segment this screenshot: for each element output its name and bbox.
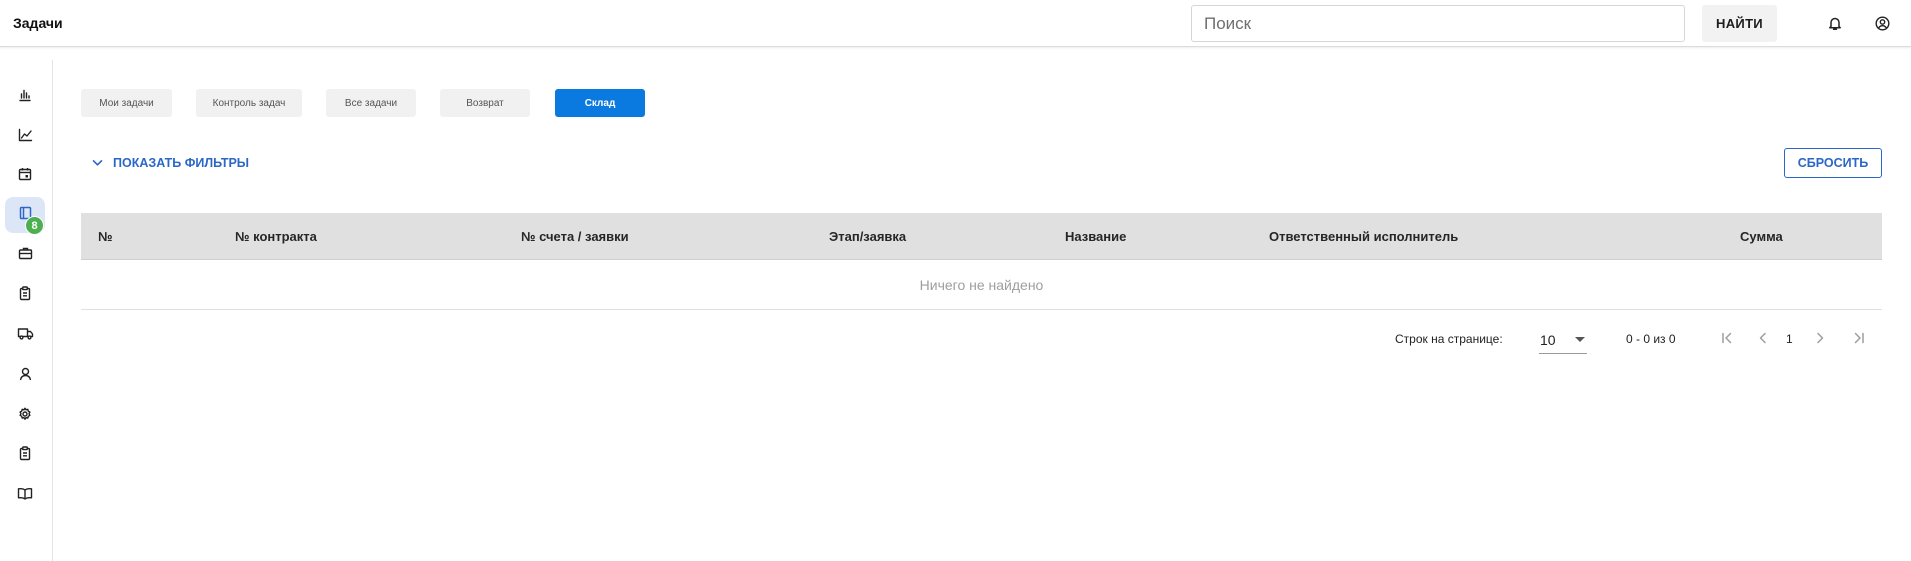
bell-icon[interactable] <box>1826 14 1844 32</box>
tab-all-tasks[interactable]: Все задачи <box>326 89 416 117</box>
clipboard-icon <box>19 446 31 466</box>
tab-my-tasks[interactable]: Мои задачи <box>81 89 172 117</box>
bar-chart-icon <box>18 88 32 107</box>
column-header-contract[interactable]: № контракта <box>235 229 317 244</box>
user-icon <box>19 367 32 386</box>
page-range: 0 - 0 из 0 <box>1626 332 1676 346</box>
current-page: 1 <box>1786 332 1793 346</box>
column-header-sum[interactable]: Сумма <box>1740 229 1783 244</box>
reset-button[interactable]: СБРОСИТЬ <box>1784 148 1882 178</box>
rows-per-page-select[interactable]: 10 <box>1539 326 1587 354</box>
gear-icon <box>18 407 32 426</box>
empty-table-row: Ничего не найдено <box>81 261 1882 310</box>
sidebar-item-knowledge-base[interactable] <box>5 478 45 514</box>
rows-per-page-value: 10 <box>1540 331 1556 348</box>
sidebar-item-reports[interactable] <box>5 119 45 155</box>
sidebar-item-delivery[interactable] <box>5 318 45 354</box>
next-page-button[interactable] <box>1810 328 1830 348</box>
prev-page-button[interactable] <box>1753 328 1773 348</box>
sidebar-item-calendar[interactable] <box>5 158 45 194</box>
show-filters-label: ПОКАЗАТЬ ФИЛЬТРЫ <box>113 156 250 170</box>
open-book-icon <box>17 487 33 505</box>
clipboard-icon <box>19 286 31 306</box>
table-header: № № контракта № счета / заявки Этап/заяв… <box>81 213 1882 260</box>
truck-icon <box>17 327 34 345</box>
tab-task-control[interactable]: Контроль задач <box>196 89 302 117</box>
column-header-name[interactable]: Название <box>1065 229 1126 244</box>
sidebar: 8 <box>0 60 53 561</box>
search-input[interactable] <box>1191 5 1685 42</box>
first-page-button[interactable] <box>1717 328 1737 348</box>
calendar-icon <box>18 167 32 186</box>
sidebar-item-analytics[interactable] <box>5 79 45 115</box>
tasks-count-badge: 8 <box>25 216 44 235</box>
rows-per-page-label: Строк на странице: <box>1395 332 1503 346</box>
sidebar-item-settings[interactable] <box>5 398 45 434</box>
top-bar: Задачи НАЙТИ <box>0 0 1911 47</box>
briefcase-icon <box>18 247 33 265</box>
account-icon[interactable] <box>1873 14 1891 32</box>
column-header-stage[interactable]: Этап/заявка <box>829 229 906 244</box>
tab-warehouse[interactable]: Склад <box>555 89 645 117</box>
sidebar-item-portfolio[interactable] <box>5 238 45 274</box>
show-filters-toggle[interactable]: ПОКАЗАТЬ ФИЛЬТРЫ <box>92 153 249 173</box>
tab-returns[interactable]: Возврат <box>440 89 530 117</box>
find-button[interactable]: НАЙТИ <box>1702 5 1777 42</box>
sidebar-item-tasks[interactable]: 8 <box>5 197 45 235</box>
chevron-down-icon <box>92 156 103 170</box>
sidebar-item-users[interactable] <box>5 358 45 394</box>
page-title: Задачи <box>13 15 63 31</box>
sidebar-item-assignments[interactable] <box>5 278 45 314</box>
column-header-number[interactable]: № <box>98 229 113 244</box>
sidebar-item-checklist[interactable] <box>5 438 45 474</box>
empty-message: Ничего не найдено <box>919 277 1044 293</box>
line-chart-icon <box>18 128 33 147</box>
column-header-invoice[interactable]: № счета / заявки <box>521 229 629 244</box>
column-header-responsible[interactable]: Ответственный исполнитель <box>1269 229 1458 244</box>
caret-down-icon <box>1575 337 1585 342</box>
last-page-button[interactable] <box>1849 328 1869 348</box>
